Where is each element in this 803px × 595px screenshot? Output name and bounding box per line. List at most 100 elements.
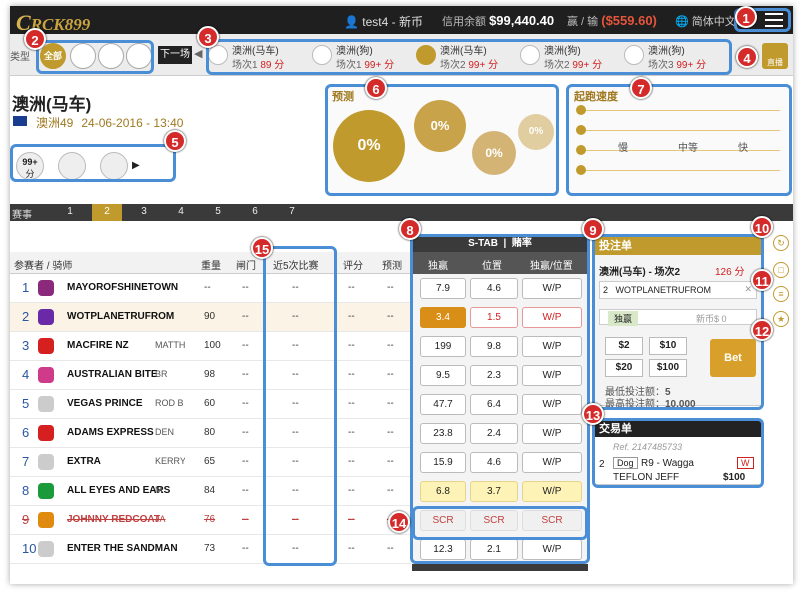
jockey-silk-icon (38, 309, 54, 325)
language-selector[interactable]: 🌐 简体中文 (675, 13, 736, 29)
runner-name[interactable]: JOHNNY REDCOAT (67, 514, 160, 525)
callout-1: 1 (735, 6, 757, 28)
type-label: 类型 (10, 52, 30, 63)
runner-number: 1 (22, 280, 30, 295)
callout-7: 7 (630, 77, 652, 99)
callout-10: 10 (751, 216, 773, 238)
race-tab-4[interactable]: 4 (166, 206, 196, 217)
live-stream-button[interactable]: 直播 (762, 43, 788, 69)
runner-weight: 100 (204, 340, 221, 351)
runner-name[interactable]: AUSTRALIAN BITE (67, 369, 158, 380)
next-race-button[interactable]: 下一场 (158, 46, 192, 64)
race-tab-5[interactable]: 5 (203, 206, 233, 217)
refresh-icon[interactable]: ↻ (773, 235, 789, 251)
runner-weight: 98 (204, 369, 216, 380)
callout-box-6 (325, 84, 559, 196)
table-row[interactable]: 1 MAYOROFSHINETOWN -- -- -- -- -- (10, 274, 418, 303)
race-title: 澳洲(马车) (12, 95, 92, 114)
callout-13: 13 (582, 403, 604, 425)
race-tab-3[interactable]: 3 (129, 206, 159, 217)
callout-8: 8 (399, 218, 421, 240)
user-icon: 👤 (344, 15, 359, 29)
trophy-icon[interactable]: ★ (773, 311, 789, 327)
callout-11: 11 (751, 269, 773, 291)
monitor-icon[interactable]: □ (773, 262, 789, 278)
user-info[interactable]: 👤 test4 - 新币 (344, 13, 423, 30)
callout-12: 12 (751, 319, 773, 341)
callout-box-3 (206, 39, 732, 75)
col-runner: 参赛者 / 骑师 (14, 261, 73, 272)
table-row[interactable]: 8 ALL EYES AND EARS M 84 -- -- -- -- (10, 477, 418, 506)
scroll-left-icon[interactable]: ◀ (194, 47, 202, 60)
jockey-silk-icon (38, 280, 54, 296)
race-number-nav: 赛事 1 2 3 4 5 6 7 (10, 204, 793, 221)
runner-name[interactable]: ADAMS EXPRESS (67, 427, 154, 438)
runner-weight: 90 (204, 311, 216, 322)
callout-9: 9 (582, 218, 604, 240)
runner-number: 2 (22, 309, 30, 324)
jockey-name: MATTHEW (155, 340, 185, 350)
runner-number: 9 (22, 512, 30, 527)
runner-number: 5 (22, 396, 30, 411)
app-window: CRCK899 👤 test4 - 新币 信用余额 $99,440.40 赢 /… (10, 6, 793, 584)
jockey-name: KERRYN MANNI (155, 456, 185, 466)
table-row[interactable]: 2 WOTPLANETRUFROM 90 -- -- -- -- (10, 303, 418, 332)
table-row[interactable]: 5 VEGAS PRINCE ROD B 60 -- -- -- -- (10, 390, 418, 419)
table-row[interactable]: 6 ADAMS EXPRESS DEN 80 -- -- -- -- (10, 419, 418, 448)
table-row[interactable]: 3MACFIRE NZMATTHEW100-------- (10, 332, 418, 361)
runner-weight: 60 (204, 398, 216, 409)
jockey-name: BR (155, 369, 168, 379)
runner-weight: 65 (204, 456, 216, 467)
balance: 信用余额 $99,440.40 (442, 13, 555, 28)
jockey-silk-icon (38, 454, 54, 470)
callout-5: 5 (164, 130, 186, 152)
col-rating: 评分 (343, 261, 363, 272)
jockey-silk-icon (38, 396, 54, 412)
callout-15: 15 (251, 237, 273, 259)
runner-weight: 73 (204, 543, 216, 554)
runner-name[interactable]: VEGAS PRINCE (67, 398, 143, 409)
jockey-name: DEN (155, 427, 175, 437)
runner-weight: 80 (204, 427, 216, 438)
runner-number: 6 (22, 425, 30, 440)
jockey-name: M (155, 485, 163, 495)
runner-name[interactable]: MAYOROFSHINETOWN (67, 282, 178, 293)
callout-box-15 (263, 246, 337, 566)
callout-2: 2 (24, 28, 46, 50)
jockey-silk-icon (38, 512, 54, 528)
callout-box-2 (36, 40, 154, 74)
list-icon[interactable]: ≡ (773, 286, 789, 302)
runner-name[interactable]: EXTRA (67, 456, 101, 467)
runner-name[interactable]: WOTPLANETRUFROM (67, 311, 174, 322)
callout-14: 14 (388, 511, 410, 533)
jockey-silk-icon (38, 338, 54, 354)
race-tab-6[interactable]: 6 (240, 206, 270, 217)
callout-box-5 (10, 144, 176, 182)
jockey-silk-icon (38, 425, 54, 441)
runner-name[interactable]: ENTER THE SANDMAN (67, 543, 178, 554)
callout-6: 6 (365, 77, 387, 99)
runner-weight: 76 (204, 514, 216, 525)
callout-box-7 (566, 84, 792, 196)
race-meta: 澳洲49 24-06-2016 - 13:40 (36, 116, 184, 130)
table-row[interactable]: 10 ENTER THE SANDMAN 73 -- -- -- -- (10, 535, 418, 564)
table-row[interactable]: 7EXTRAKERRYN MANNI65-------- (10, 448, 418, 477)
jockey-silk-icon (38, 367, 54, 383)
race-tab-1[interactable]: 1 (55, 206, 85, 217)
australia-flag-icon (13, 116, 27, 126)
callout-3: 3 (197, 26, 219, 48)
race-tab-7[interactable]: 7 (277, 206, 307, 217)
jockey-silk-icon (38, 483, 54, 499)
runner-number: 10 (22, 541, 37, 556)
race-tab-2[interactable]: 2 (92, 204, 122, 221)
profit-loss: 赢 / 输 ($559.60) (567, 13, 657, 28)
col-weight: 重量 (201, 261, 221, 272)
table-row[interactable]: 9JOHNNY REDCOATJA76-------- (10, 506, 418, 535)
table-row[interactable]: 4 AUSTRALIAN BITE BR 98 -- -- -- -- (10, 361, 418, 390)
runner-number: 7 (22, 454, 30, 469)
runner-name[interactable]: MACFIRE NZ (67, 340, 129, 351)
callout-box-13 (592, 418, 764, 488)
jockey-name: JA (155, 514, 166, 524)
callout-box-9 (592, 234, 764, 410)
runner-number: 3 (22, 338, 30, 353)
